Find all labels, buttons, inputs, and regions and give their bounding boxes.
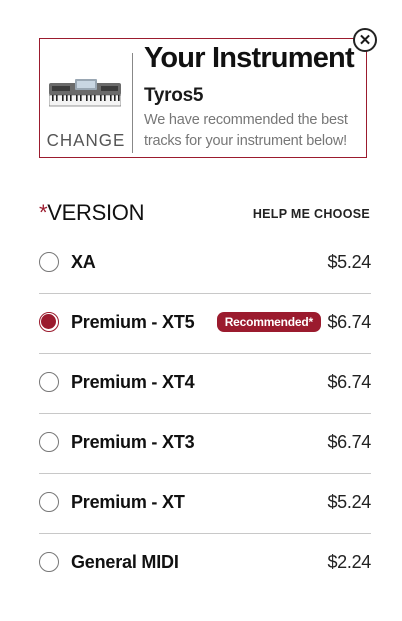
card-title: Your Instrument (144, 42, 355, 74)
version-option[interactable]: Premium - XT4 $6.74 (39, 354, 371, 414)
version-option[interactable]: General MIDI $2.24 (39, 534, 371, 593)
version-option-name: Premium - XT5 (71, 312, 195, 332)
version-option[interactable]: Premium - XT5 Recommended* $6.74 (39, 294, 371, 354)
version-option[interactable]: Premium - XT3 $6.74 (39, 414, 371, 474)
version-option-name: General MIDI (71, 552, 179, 572)
version-option-price: $5.24 (327, 252, 371, 272)
radio-button[interactable] (39, 492, 59, 512)
version-option-price: $6.74 (327, 372, 371, 392)
keyboard-image (49, 79, 121, 107)
radio-button[interactable] (39, 312, 59, 332)
instrument-name: Tyros5 (144, 85, 204, 106)
version-options-list: XA $5.24 Premium - XT5 Recommended* $6.7… (39, 234, 371, 593)
version-option-price: $2.24 (327, 552, 371, 572)
version-option-name: XA (71, 252, 96, 272)
version-option-name: Premium - XT (71, 492, 185, 512)
radio-button[interactable] (39, 432, 59, 452)
help-me-choose-link[interactable]: HELP ME CHOOSE (253, 207, 370, 221)
close-icon[interactable]: ✕ (353, 28, 377, 52)
instrument-description: We have recommended the best tracks for … (144, 112, 348, 149)
version-option[interactable]: Premium - XT $5.24 (39, 474, 371, 534)
version-label: VERSION (47, 200, 145, 225)
radio-button[interactable] (39, 552, 59, 572)
version-option-name: Premium - XT3 (71, 432, 195, 452)
card-divider (132, 53, 133, 153)
version-option-price: $6.74 (327, 432, 371, 452)
change-instrument-link[interactable]: CHANGE (40, 131, 132, 152)
recommended-badge: Recommended* (216, 312, 321, 332)
instrument-thumbnail-panel: CHANGE (40, 39, 132, 157)
version-option-price: $5.24 (327, 492, 371, 512)
radio-button[interactable] (39, 372, 59, 392)
radio-button[interactable] (39, 252, 59, 272)
version-option-price: $6.74 (327, 312, 371, 332)
instrument-card: CHANGE Your Instrument Tyros5 We have re… (39, 38, 367, 158)
version-heading: *VERSION (39, 200, 144, 226)
version-option[interactable]: XA $5.24 (39, 234, 371, 294)
version-option-name: Premium - XT4 (71, 372, 195, 392)
